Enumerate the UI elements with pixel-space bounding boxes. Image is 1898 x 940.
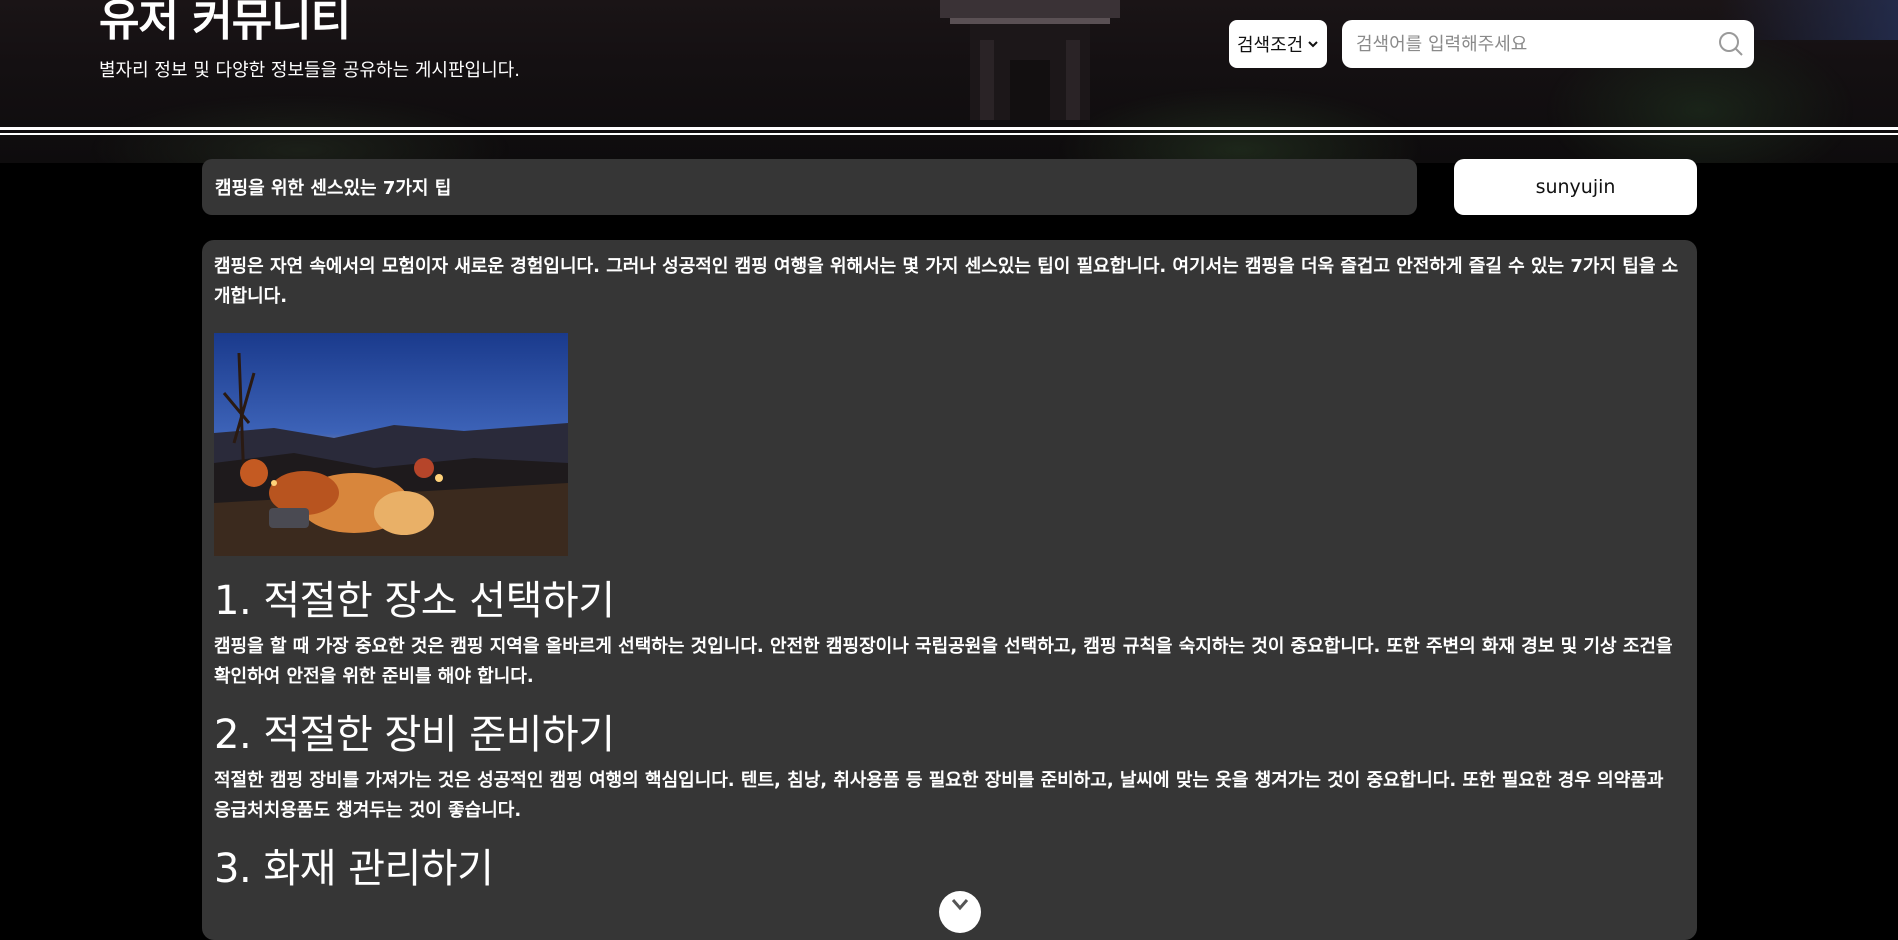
- article-body: 캠핑은 자연 속에서의 모험이자 새로운 경험입니다. 그러나 성공적인 캠핑 …: [202, 240, 1697, 940]
- chevron-down-icon: [951, 897, 969, 916]
- page-title: 유저 커뮤니티: [99, 0, 351, 46]
- section-body: 적절한 캠핑 장비를 가져가는 것은 성공적인 캠핑 여행의 핵심입니다. 텐트…: [214, 770, 1664, 821]
- section-heading: 3. 화재 관리하기: [214, 846, 494, 892]
- post-title: 캠핑을 위한 센스있는 7가지 팁: [202, 159, 1417, 215]
- search-icon[interactable]: [1716, 29, 1746, 59]
- page-subtitle: 별자리 정보 및 다양한 정보들을 공유하는 게시판입니다.: [99, 60, 520, 81]
- chevron-down-icon: [1307, 34, 1319, 55]
- header-divider-bottom: [0, 133, 1898, 135]
- header-divider-top: [0, 127, 1898, 130]
- section-heading: 1. 적절한 장소 선택하기: [214, 578, 615, 624]
- author-badge[interactable]: sunyujin: [1454, 159, 1697, 215]
- search-condition-select[interactable]: 검색조건: [1229, 20, 1327, 68]
- camping-photo: [214, 333, 568, 556]
- search-input[interactable]: [1354, 32, 1716, 56]
- search-bar: [1342, 20, 1754, 68]
- section-heading: 2. 적절한 장비 준비하기: [214, 712, 615, 758]
- section-body: 캠핑을 할 때 가장 중요한 것은 캠핑 지역을 올바르게 선택하는 것입니다.…: [214, 636, 1673, 687]
- pavilion-illustration: [940, 0, 1120, 120]
- search-condition-label: 검색조건: [1237, 35, 1304, 56]
- scroll-down-button[interactable]: [939, 891, 981, 933]
- article-intro: 캠핑은 자연 속에서의 모험이자 새로운 경험입니다. 그러나 성공적인 캠핑 …: [214, 256, 1679, 307]
